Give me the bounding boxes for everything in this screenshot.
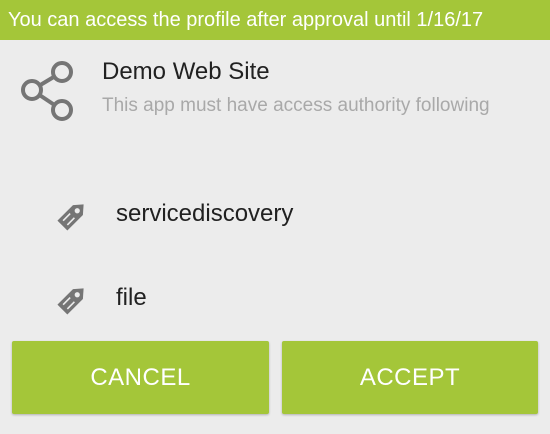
- cancel-button[interactable]: CANCEL: [12, 341, 269, 414]
- approval-banner-text: You can access the profile after approva…: [8, 9, 484, 31]
- permission-item-file: file: [0, 264, 550, 330]
- permission-label: servicediscovery: [116, 200, 294, 227]
- approval-banner: You can access the profile after approva…: [0, 0, 550, 40]
- accept-button[interactable]: ACCEPT: [282, 341, 538, 414]
- permission-item-servicediscovery: servicediscovery: [0, 180, 550, 250]
- app-info: Demo Web Site This app must have access …: [0, 52, 550, 152]
- permission-label: file: [116, 284, 147, 311]
- tag-icon: [57, 204, 84, 231]
- app-name: Demo Web Site: [102, 58, 270, 85]
- app-description: This app must have access authority foll…: [102, 95, 490, 116]
- permission-list[interactable]: servicediscovery file: [0, 180, 550, 330]
- tag-icon: [57, 288, 84, 315]
- share-icon: [21, 61, 73, 121]
